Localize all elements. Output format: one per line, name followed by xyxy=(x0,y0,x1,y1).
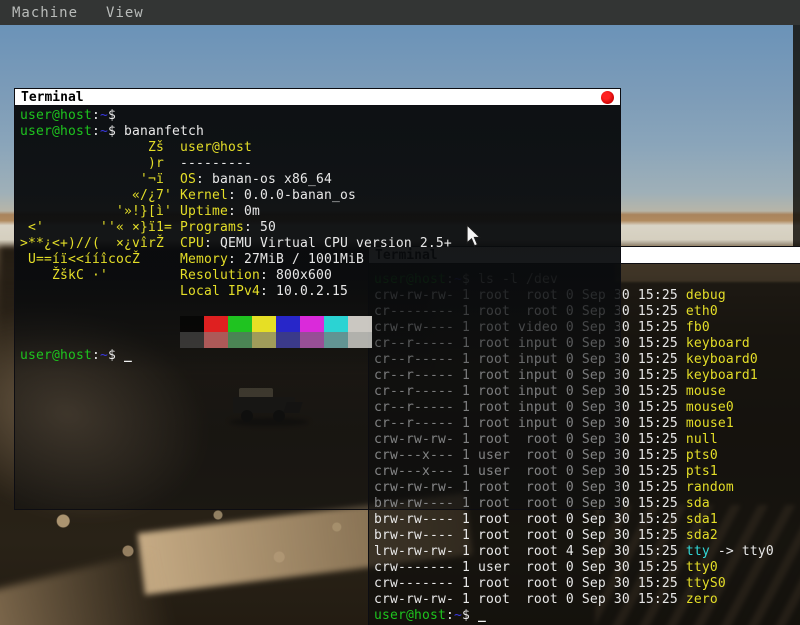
palette-swatch xyxy=(228,332,252,348)
fetch-header: user@host xyxy=(180,140,452,156)
palette-swatch xyxy=(276,316,300,332)
fetch-field-cpu: CPU: QEMU Virtual CPU version 2.5+ xyxy=(180,236,452,252)
terminal-window-front[interactable]: Terminal user@host:~$ user@host:~$ banan… xyxy=(14,88,621,510)
fetch-field-kernel: Kernel: 0.0.0-banan_os xyxy=(180,188,452,204)
ls-row: crw------- 1 user root 0 Sep 30 15:25 tt… xyxy=(374,560,800,576)
palette-swatch xyxy=(204,332,228,348)
terminal2-prompt-line: user@host:~$ _ xyxy=(374,608,800,624)
palette-swatch xyxy=(276,332,300,348)
terminal1-titlebar[interactable]: Terminal xyxy=(15,89,620,106)
palette-row-normal xyxy=(180,316,372,332)
palette-swatch xyxy=(180,332,204,348)
palette-swatch xyxy=(324,332,348,348)
ls-row: crw-rw-rw- 1 root root 0 Sep 30 15:25 ze… xyxy=(374,592,800,608)
fetch-field-memory: Memory: 27MiB / 1001MiB xyxy=(180,252,452,268)
bananfetch-ascii-art: Zš )r '¬ï «/¿7' '»!}[ì' <' ''« ×}ï1= >**… xyxy=(20,140,172,284)
ansi-color-palette xyxy=(180,316,372,348)
palette-swatch xyxy=(324,316,348,332)
ls-row-symlink: lrw-rw-rw- 1 root root 4 Sep 30 15:25 tt… xyxy=(374,544,800,560)
fetch-field-programs: Programs: 50 xyxy=(180,220,452,236)
fetch-field-ipv4: Local IPv4: 10.0.2.15 xyxy=(180,284,452,300)
palette-swatch xyxy=(180,316,204,332)
terminal1-title: Terminal xyxy=(21,89,84,106)
palette-swatch xyxy=(252,332,276,348)
fetch-field-os: OS: banan-os x86_64 xyxy=(180,172,452,188)
palette-swatch xyxy=(252,316,276,332)
palette-swatch xyxy=(348,316,372,332)
vm-menu-bar: Machine View xyxy=(0,0,800,25)
text-cursor: _ xyxy=(124,348,132,363)
ls-row: brw-rw---- 1 root root 0 Sep 30 15:25 sd… xyxy=(374,528,800,544)
palette-swatch xyxy=(348,332,372,348)
terminal1-content[interactable]: user@host:~$ user@host:~$ bananfetch Zš … xyxy=(15,106,620,509)
palette-swatch xyxy=(300,316,324,332)
terminal1-command-line: user@host:~$ bananfetch xyxy=(20,124,620,140)
screen: { "colors": { "accent_green": "#1ec41e",… xyxy=(0,0,800,625)
menu-item-machine[interactable]: Machine xyxy=(12,5,78,21)
wallpaper-right-edge-shadow xyxy=(793,25,800,255)
ls-row: crw------- 1 root root 0 Sep 30 15:25 tt… xyxy=(374,576,800,592)
palette-swatch xyxy=(300,332,324,348)
menu-item-view[interactable]: View xyxy=(106,5,144,21)
palette-swatch xyxy=(228,316,252,332)
fetch-field-uptime: Uptime: 0m xyxy=(180,204,452,220)
wallpaper-sand-corner xyxy=(0,550,178,625)
palette-swatch xyxy=(204,316,228,332)
terminal1-prompt-line-2: user@host:~$ _ xyxy=(20,348,132,364)
close-button-icon[interactable] xyxy=(601,91,614,104)
terminal1-prompt-line-1: user@host:~$ xyxy=(20,108,620,124)
bananfetch-info: user@host --------- OS: banan-os x86_64 … xyxy=(180,140,452,300)
ls-row: brw-rw---- 1 root root 0 Sep 30 15:25 sd… xyxy=(374,512,800,528)
fetch-divider: --------- xyxy=(180,156,452,172)
palette-row-bright xyxy=(180,332,372,348)
text-cursor: _ xyxy=(478,608,486,623)
fetch-field-resolution: Resolution: 800x600 xyxy=(180,268,452,284)
